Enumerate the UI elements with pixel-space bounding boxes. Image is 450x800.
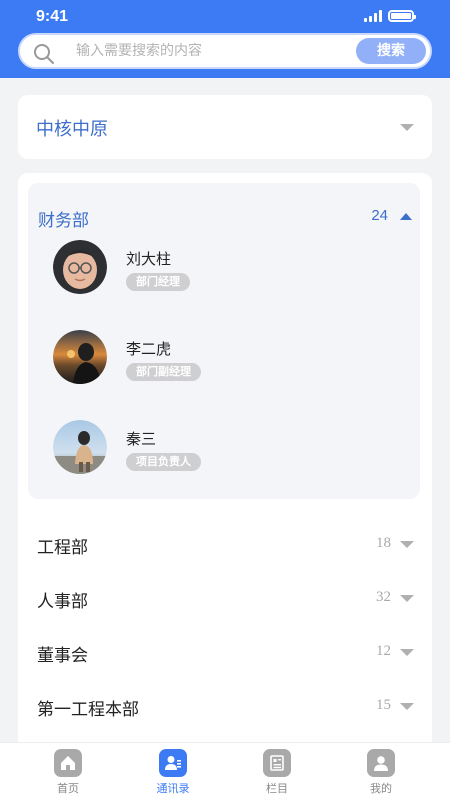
tab-home[interactable]: 首页 xyxy=(28,749,108,796)
department-name[interactable]: 财务部 xyxy=(38,206,89,231)
chevron-down-icon xyxy=(400,649,414,656)
profile-icon xyxy=(367,749,395,777)
avatar xyxy=(53,330,107,384)
department-count: 12 xyxy=(376,643,391,659)
member-item[interactable]: 刘大柱 部门经理 xyxy=(53,240,353,296)
department-expanded: 财务部 24 刘大柱 部门经理 李二虎 部门副经理 秦三 项目负责人 xyxy=(28,183,420,499)
search-bar: 搜索 xyxy=(18,33,432,69)
search-button[interactable]: 搜索 xyxy=(356,38,426,64)
department-list: 财务部 24 刘大柱 部门经理 李二虎 部门副经理 秦三 项目负责人 工程部 1… xyxy=(18,173,432,773)
tab-column[interactable]: 栏目 xyxy=(237,749,317,796)
search-input[interactable] xyxy=(76,35,346,67)
search-icon xyxy=(34,44,54,64)
tab-label: 首页 xyxy=(57,782,79,795)
department-row[interactable]: 人事部 32 xyxy=(18,571,432,625)
member-item[interactable]: 秦三 项目负责人 xyxy=(53,420,353,476)
organization-name: 中核中原 xyxy=(36,119,108,140)
department-count: 18 xyxy=(376,535,391,551)
department-name: 第一工程本部 xyxy=(37,700,139,720)
tab-profile[interactable]: 我的 xyxy=(341,749,421,796)
chevron-up-icon[interactable] xyxy=(400,213,412,220)
department-name: 董事会 xyxy=(37,646,88,666)
tab-label: 栏目 xyxy=(266,782,288,795)
department-count: 24 xyxy=(371,207,388,224)
chevron-down-icon xyxy=(400,595,414,602)
organization-selector[interactable]: 中核中原 xyxy=(18,95,432,159)
avatar xyxy=(53,240,107,294)
bottom-navigation: 首页 通讯录 栏目 我的 xyxy=(0,742,450,800)
tab-label: 我的 xyxy=(370,782,392,795)
department-count: 32 xyxy=(376,589,391,605)
status-bar: 9:41 xyxy=(0,0,450,34)
department-row[interactable]: 董事会 12 xyxy=(18,625,432,679)
department-row[interactable]: 工程部 18 xyxy=(18,517,432,571)
tab-contacts[interactable]: 通讯录 xyxy=(133,749,213,796)
department-count: 15 xyxy=(376,697,391,713)
home-icon xyxy=(54,749,82,777)
signal-icon xyxy=(364,10,382,22)
member-name: 李二虎 xyxy=(126,340,172,358)
avatar xyxy=(53,420,107,474)
department-name: 人事部 xyxy=(37,592,88,612)
chevron-down-icon xyxy=(400,124,414,131)
contacts-icon xyxy=(159,749,187,777)
member-name: 刘大柱 xyxy=(126,250,172,268)
app-header: 9:41 搜索 xyxy=(0,0,450,78)
department-row[interactable]: 第一工程本部 15 xyxy=(18,679,432,733)
column-icon xyxy=(263,749,291,777)
member-role-badge: 部门副经理 xyxy=(126,363,201,381)
status-time: 9:41 xyxy=(36,8,69,25)
member-role-badge: 项目负责人 xyxy=(126,453,201,471)
department-name: 工程部 xyxy=(37,538,88,558)
chevron-down-icon xyxy=(400,541,414,548)
status-icons xyxy=(364,10,416,22)
member-item[interactable]: 李二虎 部门副经理 xyxy=(53,330,353,386)
tab-label: 通讯录 xyxy=(156,782,190,795)
member-role-badge: 部门经理 xyxy=(126,273,190,291)
battery-icon xyxy=(388,10,416,22)
chevron-down-icon xyxy=(400,703,414,710)
member-name: 秦三 xyxy=(126,430,157,448)
